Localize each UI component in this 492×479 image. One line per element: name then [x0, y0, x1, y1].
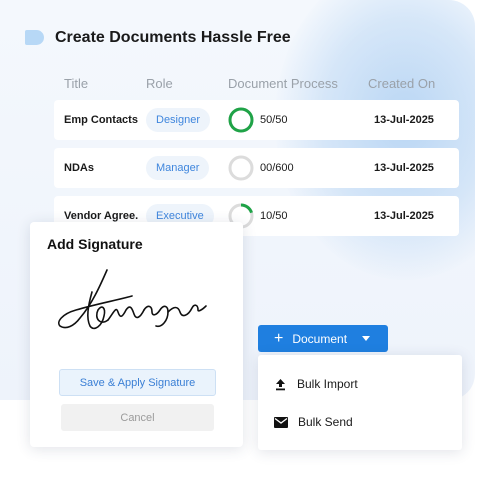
add-document-button[interactable]: + Document	[258, 325, 388, 352]
cancel-button[interactable]: Cancel	[61, 404, 214, 431]
document-dropdown-menu: Bulk Import Bulk Send	[258, 355, 462, 450]
column-header-title: Title	[64, 76, 89, 91]
save-apply-signature-button[interactable]: Save & Apply Signature	[59, 369, 216, 396]
menu-item-bulk-import[interactable]: Bulk Import	[274, 374, 358, 394]
created-date: 13-Jul-2025	[374, 114, 434, 126]
row-title: Emp Contacts	[64, 114, 138, 126]
column-header-document-process: Document Process	[228, 76, 338, 91]
plus-icon: +	[274, 329, 284, 347]
progress-count: 50/50	[260, 114, 288, 126]
role-badge: Manager	[146, 156, 210, 180]
progress-count: 10/50	[260, 210, 288, 222]
created-date: 13-Jul-2025	[374, 162, 434, 174]
table-row[interactable]: NDAs Manager 00/600 13-Jul-2025	[54, 148, 459, 188]
column-header-role: Role	[146, 76, 173, 91]
table-row[interactable]: Emp Contacts Designer 50/50 13-Jul-2025	[54, 100, 459, 140]
dialog-title: Add Signature	[47, 236, 143, 252]
row-title: NDAs	[64, 162, 94, 174]
menu-item-label: Bulk Import	[297, 377, 358, 391]
signature-pad[interactable]	[52, 266, 222, 341]
progress-count: 00/600	[260, 162, 294, 174]
document-button-label: Document	[292, 331, 348, 346]
add-signature-dialog: Add Signature Save & Apply Signature Can…	[30, 222, 243, 447]
column-header-created-on: Created On	[368, 76, 436, 91]
upload-icon	[276, 378, 285, 390]
menu-item-label: Bulk Send	[298, 415, 353, 429]
envelope-icon	[274, 416, 288, 428]
page-title: Create Documents Hassle Free	[55, 29, 291, 46]
created-date: 13-Jul-2025	[374, 210, 434, 222]
progress-ring	[228, 155, 254, 181]
caret-down-icon	[362, 336, 370, 341]
role-badge: Designer	[146, 108, 211, 132]
folder-tab-icon	[25, 30, 44, 45]
progress-ring	[228, 107, 254, 133]
menu-item-bulk-send[interactable]: Bulk Send	[274, 412, 353, 432]
